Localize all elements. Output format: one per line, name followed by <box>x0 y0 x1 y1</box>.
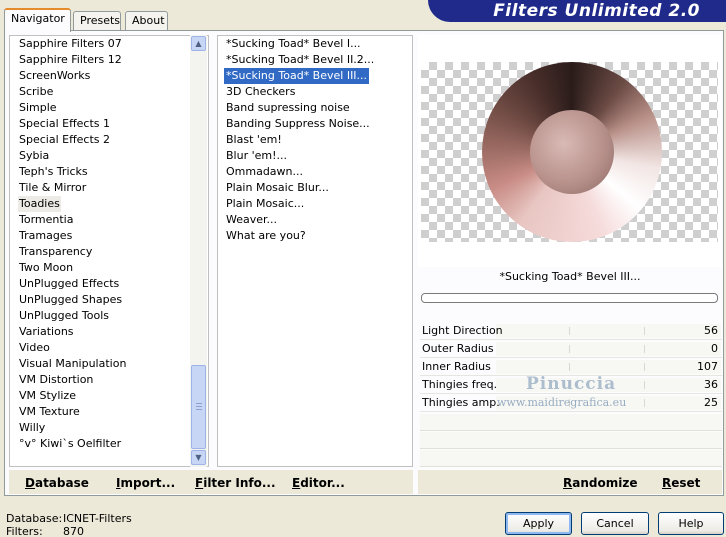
category-item[interactable]: Sybia <box>19 148 49 164</box>
app-title: Filters Unlimited 2.0 <box>493 1 700 21</box>
category-item[interactable]: Tormentia <box>19 212 73 228</box>
parameter-label: Outer Radius <box>422 342 494 355</box>
right-link-bar: Randomize Reset <box>418 470 722 494</box>
chevron-down-icon: ▼ <box>195 453 202 462</box>
help-button[interactable]: Help <box>658 512 724 535</box>
parameter-label: Light Direction <box>422 324 503 337</box>
category-item[interactable]: ScreenWorks <box>19 68 90 84</box>
category-item[interactable]: UnPlugged Tools <box>19 308 109 324</box>
category-item[interactable]: Teph's Tricks <box>19 164 88 180</box>
category-scrollbar[interactable]: ▲ ▼ <box>190 35 207 467</box>
category-item[interactable]: Tile & Mirror <box>19 180 86 196</box>
category-item[interactable]: Transparency <box>19 244 92 260</box>
parameter-row: Light Direction 56 <box>420 322 722 340</box>
parameter-slider[interactable] <box>496 342 721 356</box>
filter-item[interactable]: Blur 'em!... <box>226 148 287 164</box>
category-item[interactable]: °v° Kiwi`s Oelfilter <box>19 436 121 452</box>
title-banner: Filters Unlimited 2.0 <box>428 0 726 22</box>
category-item[interactable]: Special Effects 1 <box>19 116 110 132</box>
parameter-value: 56 <box>704 324 718 337</box>
category-item[interactable]: VM Stylize <box>19 388 76 404</box>
cancel-button[interactable]: Cancel <box>581 512 649 535</box>
category-item[interactable]: VM Texture <box>19 404 80 420</box>
scroll-up-button[interactable]: ▲ <box>191 36 206 51</box>
randomize-link[interactable]: Randomize <box>563 476 637 490</box>
category-item[interactable]: Simple <box>19 100 57 116</box>
filter-item[interactable]: Plain Mosaic Blur... <box>226 180 329 196</box>
preview-inner-circle <box>530 110 614 194</box>
filter-item[interactable]: *Sucking Toad* Bevel III... <box>224 68 370 84</box>
reset-link[interactable]: Reset <box>662 476 700 490</box>
category-item[interactable]: Visual Manipulation <box>19 356 126 372</box>
parameter-slider[interactable] <box>496 360 721 374</box>
preview-image <box>421 62 718 242</box>
parameter-label: Thingies amp. <box>422 396 500 409</box>
scroll-down-button[interactable]: ▼ <box>191 450 206 465</box>
parameter-value: 107 <box>697 360 718 373</box>
parameter-value: 25 <box>704 396 718 409</box>
filter-list[interactable]: *Sucking Toad* Bevel I... *Sucking Toad* … <box>217 35 413 467</box>
filter-item[interactable]: *Sucking Toad* Bevel I... <box>226 36 361 52</box>
filter-info-link[interactable]: Filter Info... <box>195 476 276 490</box>
filter-item[interactable]: What are you? <box>226 228 306 244</box>
database-link[interactable]: Database <box>25 476 89 490</box>
parameter-label: Thingies freq. <box>422 378 498 391</box>
tab-presets[interactable]: Presets <box>73 11 121 31</box>
parameter-row: Outer Radius 0 <box>420 340 722 358</box>
filter-item[interactable]: Band supressing noise <box>226 100 350 116</box>
category-item[interactable]: VM Distortion <box>19 372 93 388</box>
filters-count-value: 870 <box>63 525 84 537</box>
parameter-label: Inner Radius <box>422 360 491 373</box>
category-item[interactable]: Tramages <box>19 228 72 244</box>
filter-item[interactable]: Ommadawn... <box>226 164 303 180</box>
parameter-slider[interactable] <box>496 324 721 338</box>
watermark-url: www.maidiregrafica.eu <box>497 396 627 409</box>
category-item[interactable]: Sapphire Filters 07 <box>19 36 122 52</box>
editor-link[interactable]: Editor... <box>292 476 345 490</box>
left-link-bar: Database Import... Filter Info... Editor… <box>9 470 413 494</box>
category-item[interactable]: UnPlugged Effects <box>19 276 119 292</box>
category-item[interactable]: Scribe <box>19 84 53 100</box>
filter-item[interactable]: *Sucking Toad* Bevel II.2... <box>226 52 374 68</box>
category-item[interactable]: Variations <box>19 324 74 340</box>
category-item[interactable]: Willy <box>19 420 45 436</box>
filter-item[interactable]: 3D Checkers <box>226 84 295 100</box>
watermark-name: Pinuccia <box>526 374 617 394</box>
filters-count-label: Filters: <box>6 525 43 537</box>
preview-pane <box>418 35 722 267</box>
category-item[interactable]: Video <box>19 340 50 356</box>
progress-bar <box>421 293 718 303</box>
category-item[interactable]: Toadies <box>18 196 61 212</box>
chevron-up-icon: ▲ <box>195 39 202 48</box>
empty-parameter-row <box>420 414 722 431</box>
import-link[interactable]: Import... <box>116 476 175 490</box>
parameter-value: 36 <box>704 378 718 391</box>
category-item[interactable]: UnPlugged Shapes <box>19 292 122 308</box>
empty-parameter-row <box>420 432 722 449</box>
category-item[interactable]: Two Moon <box>19 260 73 276</box>
category-list[interactable]: Sapphire Filters 07 Sapphire Filters 12 Sc… <box>9 35 209 467</box>
apply-button[interactable]: Apply <box>505 512 572 535</box>
category-item[interactable]: Special Effects 2 <box>19 132 110 148</box>
category-item[interactable]: Sapphire Filters 12 <box>19 52 122 68</box>
database-label: Database: <box>6 512 63 525</box>
filter-item[interactable]: Plain Mosaic... <box>226 196 304 212</box>
empty-parameter-row <box>420 450 722 467</box>
scroll-thumb[interactable] <box>191 365 206 449</box>
current-filter-name: *Sucking Toad* Bevel III... <box>499 270 641 283</box>
database-value: ICNET-Filters <box>63 512 132 525</box>
tab-navigator[interactable]: Navigator <box>4 8 71 32</box>
filter-item[interactable]: Weaver... <box>226 212 277 228</box>
filter-item[interactable]: Blast 'em! <box>226 132 282 148</box>
tab-about[interactable]: About <box>125 11 168 31</box>
filter-item[interactable]: Banding Suppress Noise... <box>226 116 370 132</box>
parameter-value: 0 <box>711 342 718 355</box>
